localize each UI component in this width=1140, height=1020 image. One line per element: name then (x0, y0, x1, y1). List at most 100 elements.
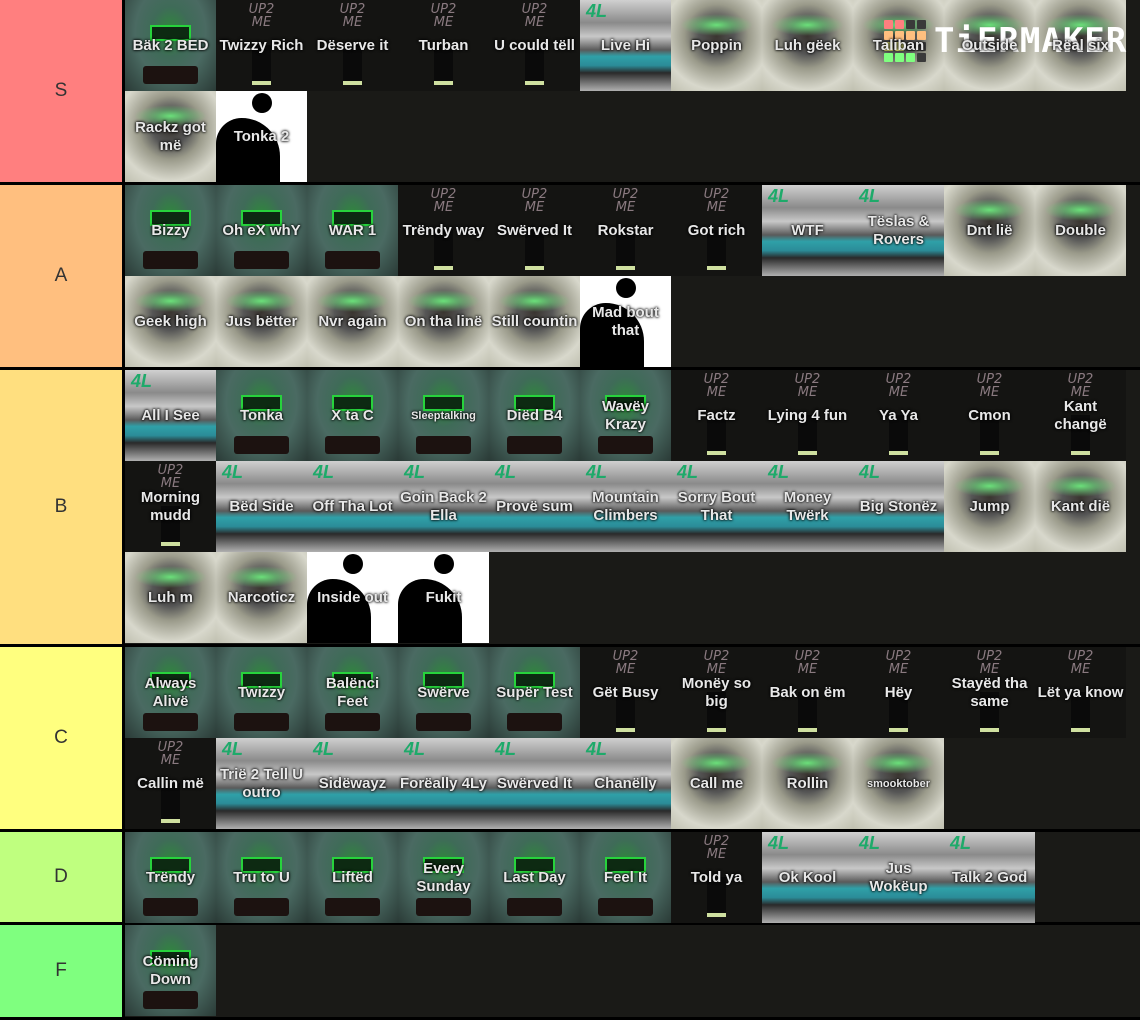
tier-item-card[interactable]: Still countin (489, 276, 580, 367)
tier-item-card[interactable]: Every Sunday (398, 832, 489, 923)
tier-item-card[interactable]: Big Stonëz (853, 461, 944, 552)
tier-label[interactable]: F (0, 925, 125, 1017)
tier-item-card[interactable]: Dnt lië (944, 185, 1035, 276)
tier-item-card[interactable]: Supër Test (489, 647, 580, 738)
tier-item-card[interactable]: Always Alivë (125, 647, 216, 738)
tier-item-card[interactable]: Hëy (853, 647, 944, 738)
tier-item-card[interactable]: Kant changë (1035, 370, 1126, 461)
tier-item-card[interactable]: Twizzy Rich (216, 0, 307, 91)
tier-label[interactable]: S (0, 0, 125, 182)
tier-item-card[interactable]: smooktober (853, 738, 944, 829)
tier-item-title: Live Hi (600, 36, 651, 54)
tier-item-card[interactable]: Factz (671, 370, 762, 461)
tier-item-card[interactable]: Bizzy (125, 185, 216, 276)
tier-item-card[interactable]: Talk 2 God (944, 832, 1035, 923)
tier-item-card[interactable]: Tru to U (216, 832, 307, 923)
tier-label[interactable]: A (0, 185, 125, 367)
tier-item-card[interactable]: Swërved It (489, 185, 580, 276)
tier-item-card[interactable]: Callin më (125, 738, 216, 829)
tier-item-card[interactable]: WAR 1 (307, 185, 398, 276)
tier-item-card[interactable]: Cmon (944, 370, 1035, 461)
tier-item-card[interactable]: Wavëy Krazy (580, 370, 671, 461)
tier-item-card[interactable]: Call me (671, 738, 762, 829)
tier-item-card[interactable]: Trëndy (125, 832, 216, 923)
tier-item-card[interactable]: Off Tha Lot (307, 461, 398, 552)
tier-item-card[interactable]: Last Day (489, 832, 580, 923)
tier-item-card[interactable]: Turban (398, 0, 489, 91)
tier-item-card[interactable]: Told ya (671, 832, 762, 923)
tier-item-card[interactable]: Nvr again (307, 276, 398, 367)
tier-item-card[interactable]: Sidëwayz (307, 738, 398, 829)
tier-item-card[interactable]: Narcoticz (216, 552, 307, 643)
tier-item-card[interactable]: Trëndy way (398, 185, 489, 276)
tier-item-card[interactable]: Bäk 2 BED (125, 0, 216, 91)
tier-item-card[interactable]: Sorry Bout That (671, 461, 762, 552)
tier-item-card[interactable]: Geek high (125, 276, 216, 367)
tier-item-card[interactable]: Liftëd (307, 832, 398, 923)
tier-item-card[interactable]: Mad bout that (580, 276, 671, 367)
tier-item-card[interactable]: Tonka 2 (216, 91, 307, 182)
tier-item-card[interactable]: Dëserve it (307, 0, 398, 91)
tier-item-card[interactable]: Forëally 4Ly (398, 738, 489, 829)
tier-item-title: Jump (969, 497, 1010, 515)
tier-item-card[interactable]: Bëd Side (216, 461, 307, 552)
tier-item-card[interactable]: Jus bëtter (216, 276, 307, 367)
tier-item-card[interactable]: WTF (762, 185, 853, 276)
tier-item-card[interactable]: Feel It (580, 832, 671, 923)
tier-item-card[interactable]: Provë sum (489, 461, 580, 552)
tier-items[interactable]: Always Alivë Twizzy Balënci Feet Swërve Supë… (125, 647, 1128, 829)
tier-items[interactable]: Cöming Down (125, 925, 1128, 1017)
tier-label[interactable]: C (0, 647, 125, 829)
tier-item-card[interactable]: X ta C (307, 370, 398, 461)
tier-item-card[interactable]: All I See (125, 370, 216, 461)
tier-item-card[interactable]: Rokstar (580, 185, 671, 276)
tier-item-card[interactable]: Lët ya know (1035, 647, 1126, 738)
tier-item-card[interactable]: Jus Wokëup (853, 832, 944, 923)
tier-item-card[interactable]: Monëy so big (671, 647, 762, 738)
tier-item-card[interactable]: Kant dië (1035, 461, 1126, 552)
tier-label[interactable]: B (0, 370, 125, 644)
tier-items[interactable]: Bizzy Oh eX whY WAR 1 Trëndy way Swërved It R… (125, 185, 1128, 367)
tier-item-card[interactable]: Double (1035, 185, 1126, 276)
tier-item-card[interactable]: Sleeptalking (398, 370, 489, 461)
tier-item-card[interactable]: Luh gëek (762, 0, 853, 91)
tier-item-card[interactable]: Inside out (307, 552, 398, 643)
tier-item-card[interactable]: Jump (944, 461, 1035, 552)
tier-item-card[interactable]: Poppin (671, 0, 762, 91)
tier-item-card[interactable]: Swërved It (489, 738, 580, 829)
tier-item-card[interactable]: Trië 2 Tell U outro (216, 738, 307, 829)
tier-item-card[interactable]: Rollin (762, 738, 853, 829)
tier-item-card[interactable]: Ok Kool (762, 832, 853, 923)
tier-item-card[interactable]: Morning mudd (125, 461, 216, 552)
tier-item-card[interactable]: Got rich (671, 185, 762, 276)
tier-item-card[interactable]: Ya Ya (853, 370, 944, 461)
logo-grid-cell (895, 20, 904, 29)
tier-item-title: Bëd Side (229, 497, 294, 515)
tier-item-card[interactable]: Money Twërk (762, 461, 853, 552)
tier-item-card[interactable]: Balënci Feet (307, 647, 398, 738)
tier-item-card[interactable]: Mountain Climbers (580, 461, 671, 552)
tier-item-card[interactable]: Luh m (125, 552, 216, 643)
tier-item-card[interactable]: Bak on ëm (762, 647, 853, 738)
tier-items[interactable]: Trëndy Tru to U Liftëd Every Sunday Last Day… (125, 832, 1128, 923)
tier-item-card[interactable]: U could tëll (489, 0, 580, 91)
tier-item-card[interactable]: Twizzy (216, 647, 307, 738)
tier-item-card[interactable]: Swërve (398, 647, 489, 738)
tier-item-card[interactable]: Rackz got më (125, 91, 216, 182)
tier-label[interactable]: D (0, 832, 125, 922)
tier-item-card[interactable]: Tëslas & Rovers (853, 185, 944, 276)
tier-items[interactable]: All I See Tonka X ta C Sleeptalking Diëd B4 W… (125, 370, 1128, 644)
tier-item-card[interactable]: Tonka (216, 370, 307, 461)
tier-item-card[interactable]: Fukit (398, 552, 489, 643)
tier-item-card[interactable]: Live Hi (580, 0, 671, 91)
tier-item-card[interactable]: Chanëlly (580, 738, 671, 829)
tier-item-card[interactable]: Goin Back 2 Ella (398, 461, 489, 552)
tier-item-card[interactable]: Gët Busy (580, 647, 671, 738)
tier-item-card[interactable]: Diëd B4 (489, 370, 580, 461)
tier-item-card[interactable]: Stayëd tha same (944, 647, 1035, 738)
tier-item-card[interactable]: Lying 4 fun (762, 370, 853, 461)
tier-item-title: Factz (697, 406, 736, 424)
tier-item-card[interactable]: On tha linë (398, 276, 489, 367)
tier-item-card[interactable]: Oh eX whY (216, 185, 307, 276)
tier-item-card[interactable]: Cöming Down (125, 925, 216, 1016)
